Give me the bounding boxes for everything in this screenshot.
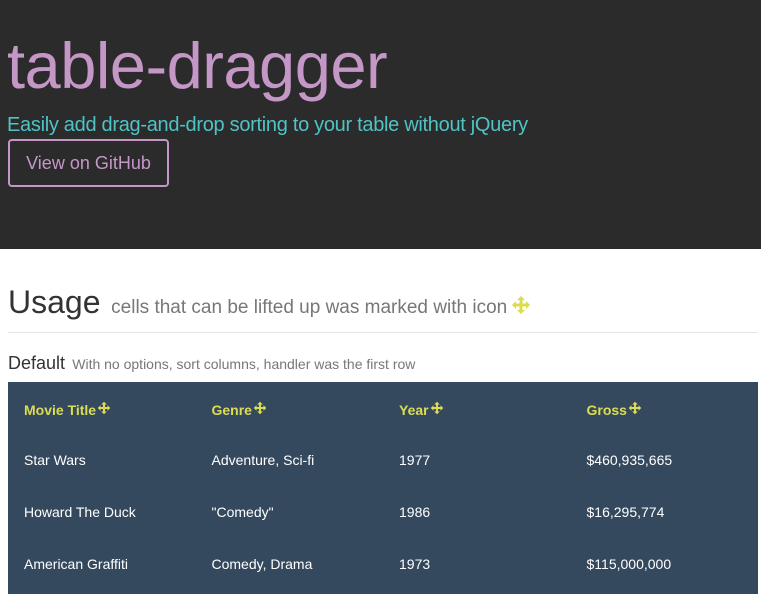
table-cell: Adventure, Sci-fi bbox=[211, 452, 315, 468]
table-cell: "Comedy" bbox=[211, 504, 274, 520]
usage-heading: Usage cells that can be lifted up was ma… bbox=[8, 284, 531, 321]
usage-subtitle: cells that can be lifted up was marked w… bbox=[111, 295, 531, 321]
table-cell: $460,935,665 bbox=[586, 452, 673, 468]
column-header-gross[interactable]: Gross bbox=[571, 382, 759, 434]
default-heading: Default With no options, sort columns, h… bbox=[8, 352, 415, 374]
column-header-year[interactable]: Year bbox=[383, 382, 571, 434]
column-header-genre[interactable]: Genre bbox=[196, 382, 384, 434]
column-header-label: Genre bbox=[211, 401, 252, 418]
movies-table: Movie Title Genre Year Gross Star Wars A… bbox=[8, 382, 758, 590]
section-divider bbox=[8, 332, 758, 333]
table-row: Star Wars Adventure, Sci-fi 1977 $460,93… bbox=[8, 434, 758, 486]
table-cell: Howard The Duck bbox=[24, 504, 136, 520]
move-icon[interactable] bbox=[430, 401, 444, 418]
usage-subtitle-text: cells that can be lifted up was marked w… bbox=[111, 297, 508, 318]
usage-title: Usage bbox=[8, 284, 101, 320]
table-cell: $115,000,000 bbox=[586, 556, 672, 572]
column-header-movie-title[interactable]: Movie Title bbox=[8, 382, 196, 434]
view-on-github-button[interactable]: View on GitHub bbox=[8, 139, 169, 187]
table-cell: Comedy, Drama bbox=[211, 556, 313, 572]
default-title: Default bbox=[8, 353, 66, 373]
move-icon[interactable] bbox=[253, 401, 267, 418]
table-cell: 1977 bbox=[399, 452, 431, 468]
table-row: Howard The Duck "Comedy" 1986 $16,295,77… bbox=[8, 486, 758, 538]
table-row: American Graffiti Comedy, Drama 1973 $11… bbox=[8, 538, 758, 590]
column-header-label: Gross bbox=[586, 401, 627, 418]
table-cell: 1973 bbox=[399, 556, 431, 572]
hero-banner: table-dragger Easily add drag-and-drop s… bbox=[0, 0, 761, 249]
table-cell: Star Wars bbox=[24, 452, 86, 468]
move-icon bbox=[511, 295, 531, 321]
tagline: Easily add drag-and-drop sorting to your… bbox=[7, 114, 528, 136]
table-cell: $16,295,774 bbox=[586, 504, 665, 520]
move-icon[interactable] bbox=[97, 401, 111, 418]
column-header-label: Movie Title bbox=[24, 401, 97, 418]
table-cell: American Graffiti bbox=[24, 556, 128, 572]
movies-table-container: Movie Title Genre Year Gross Star Wars A… bbox=[8, 382, 758, 594]
page-title: table-dragger bbox=[7, 29, 388, 102]
default-subtitle: With no options, sort columns, handler w… bbox=[72, 356, 416, 372]
move-icon[interactable] bbox=[628, 401, 642, 418]
column-header-label: Year bbox=[399, 401, 429, 418]
table-cell: 1986 bbox=[399, 504, 431, 520]
table-header-row[interactable]: Movie Title Genre Year Gross bbox=[8, 382, 758, 434]
